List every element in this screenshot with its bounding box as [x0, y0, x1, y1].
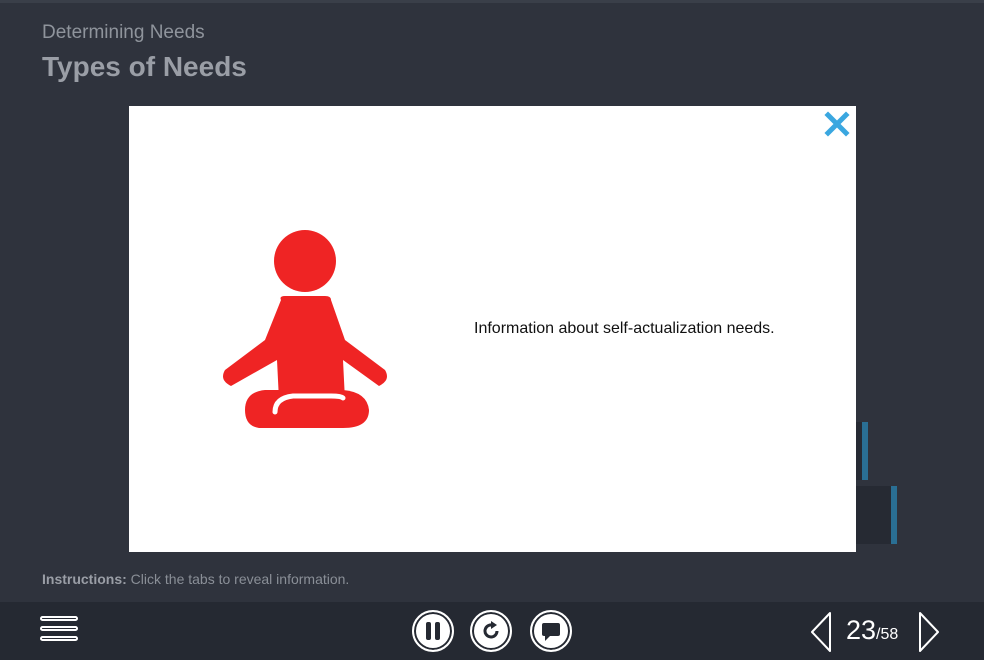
control-bar: 23/58: [0, 602, 984, 660]
slide-frame: Determining Needs Types of Needs Informa…: [0, 0, 984, 660]
close-icon: [824, 111, 850, 137]
slide-title: Types of Needs: [42, 51, 247, 82]
total-pages: /58: [876, 626, 899, 643]
page-counter: 23/58: [846, 615, 898, 646]
slide-subtitle: Determining Needs: [42, 22, 205, 43]
chevron-left-icon: [811, 612, 831, 652]
chevron-right-icon: [919, 612, 939, 652]
tab-accent: [862, 422, 868, 480]
instructions-label: Instructions:: [42, 571, 127, 587]
info-modal: Information about self-actualization nee…: [129, 106, 856, 552]
tab-accent: [891, 486, 897, 544]
replay-button[interactable]: [470, 610, 512, 652]
pause-icon: [426, 622, 440, 640]
next-button[interactable]: [916, 610, 942, 654]
current-page: 23: [846, 615, 877, 645]
previous-button[interactable]: [808, 610, 834, 654]
speech-bubble-icon: [542, 623, 560, 641]
captions-button[interactable]: [530, 610, 572, 652]
replay-icon: [483, 621, 499, 639]
modal-info-text: Information about self-actualization nee…: [474, 320, 775, 337]
instructions-text: Instructions: Click the tabs to reveal i…: [42, 571, 349, 587]
close-button[interactable]: [824, 111, 850, 137]
instructions-body: Click the tabs to reveal information.: [126, 571, 350, 587]
pause-button[interactable]: [412, 610, 454, 652]
top-border: [0, 0, 984, 3]
meditation-person-icon: [223, 230, 387, 428]
menu-button[interactable]: [40, 614, 78, 650]
